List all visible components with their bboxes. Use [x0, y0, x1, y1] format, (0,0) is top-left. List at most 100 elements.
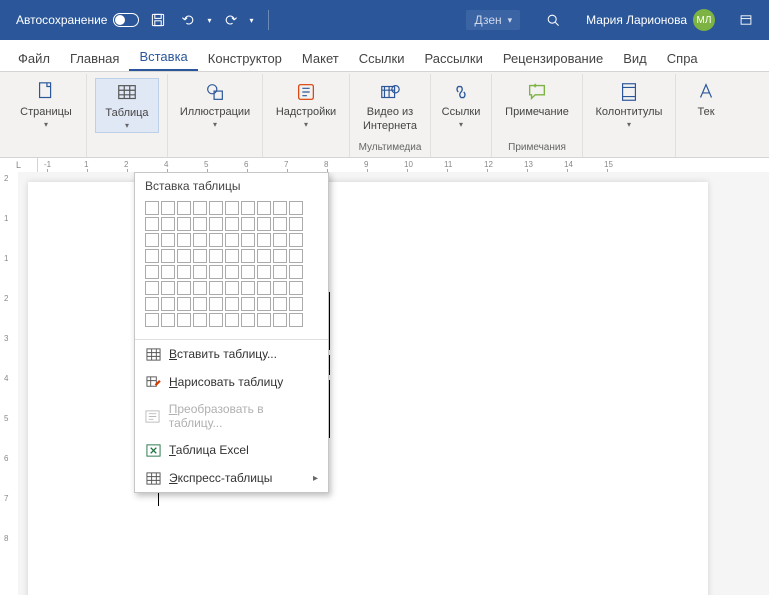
grid-cell[interactable]: [241, 313, 255, 327]
grid-cell[interactable]: [225, 233, 239, 247]
grid-cell[interactable]: [177, 233, 191, 247]
grid-cell[interactable]: [209, 281, 223, 295]
grid-cell[interactable]: [145, 281, 159, 295]
grid-cell[interactable]: [273, 201, 287, 215]
grid-cell[interactable]: [289, 265, 303, 279]
grid-cell[interactable]: [209, 313, 223, 327]
grid-cell[interactable]: [257, 265, 271, 279]
grid-cell[interactable]: [177, 265, 191, 279]
grid-cell[interactable]: [161, 249, 175, 263]
grid-cell[interactable]: [209, 249, 223, 263]
user-account[interactable]: Мария Ларионова МЛ: [586, 9, 715, 31]
grid-cell[interactable]: [209, 233, 223, 247]
grid-cell[interactable]: [289, 217, 303, 231]
grid-cell[interactable]: [161, 233, 175, 247]
menu-draw-table[interactable]: Нарисовать таблицу: [135, 368, 328, 396]
grid-cell[interactable]: [145, 265, 159, 279]
grid-cell[interactable]: [241, 265, 255, 279]
grid-cell[interactable]: [241, 297, 255, 311]
grid-cell[interactable]: [257, 233, 271, 247]
grid-cell[interactable]: [145, 297, 159, 311]
grid-cell[interactable]: [289, 281, 303, 295]
tab-insert[interactable]: Вставка: [129, 43, 197, 71]
grid-cell[interactable]: [273, 297, 287, 311]
menu-excel-table[interactable]: Таблица Excel: [135, 436, 328, 464]
qat-customize-icon[interactable]: ▾: [250, 16, 254, 25]
grid-cell[interactable]: [241, 201, 255, 215]
grid-cell[interactable]: [289, 233, 303, 247]
grid-cell[interactable]: [161, 217, 175, 231]
grid-cell[interactable]: [177, 249, 191, 263]
grid-cell[interactable]: [145, 313, 159, 327]
grid-cell[interactable]: [257, 249, 271, 263]
tab-mailings[interactable]: Рассылки: [414, 45, 492, 71]
grid-cell[interactable]: [161, 281, 175, 295]
textbox-button[interactable]: Тек: [684, 78, 728, 120]
grid-cell[interactable]: [225, 297, 239, 311]
vertical-ruler[interactable]: 2112345678: [0, 172, 18, 595]
grid-cell[interactable]: [145, 217, 159, 231]
table-button[interactable]: Таблица▾: [95, 78, 159, 133]
grid-cell[interactable]: [289, 249, 303, 263]
grid-cell[interactable]: [177, 281, 191, 295]
grid-cell[interactable]: [177, 297, 191, 311]
addins-button[interactable]: Надстройки▾: [271, 78, 341, 131]
grid-cell[interactable]: [209, 217, 223, 231]
grid-cell[interactable]: [177, 313, 191, 327]
tab-view[interactable]: Вид: [613, 45, 657, 71]
comment-button[interactable]: Примечание: [500, 78, 574, 120]
grid-cell[interactable]: [257, 313, 271, 327]
grid-cell[interactable]: [289, 313, 303, 327]
illustrations-button[interactable]: Иллюстрации▾: [176, 78, 254, 131]
grid-cell[interactable]: [145, 201, 159, 215]
grid-cell[interactable]: [225, 265, 239, 279]
grid-cell[interactable]: [257, 201, 271, 215]
grid-cell[interactable]: [273, 265, 287, 279]
grid-cell[interactable]: [257, 217, 271, 231]
grid-cell[interactable]: [161, 297, 175, 311]
links-button[interactable]: Ссылки▾: [439, 78, 483, 131]
grid-cell[interactable]: [225, 281, 239, 295]
grid-cell[interactable]: [273, 313, 287, 327]
grid-cell[interactable]: [225, 201, 239, 215]
grid-cell[interactable]: [193, 201, 207, 215]
menu-quick-tables[interactable]: Экспресс-таблицы ▸: [135, 464, 328, 492]
grid-cell[interactable]: [257, 297, 271, 311]
grid-cell[interactable]: [241, 281, 255, 295]
grid-cell[interactable]: [145, 233, 159, 247]
tab-review[interactable]: Рецензирование: [493, 45, 613, 71]
grid-cell[interactable]: [193, 297, 207, 311]
grid-cell[interactable]: [225, 249, 239, 263]
grid-cell[interactable]: [273, 249, 287, 263]
grid-cell[interactable]: [177, 217, 191, 231]
grid-cell[interactable]: [273, 233, 287, 247]
grid-cell[interactable]: [193, 217, 207, 231]
grid-cell[interactable]: [225, 217, 239, 231]
search-icon[interactable]: [542, 9, 564, 31]
grid-cell[interactable]: [161, 313, 175, 327]
grid-cell[interactable]: [145, 249, 159, 263]
grid-cell[interactable]: [177, 201, 191, 215]
grid-cell[interactable]: [241, 249, 255, 263]
grid-cell[interactable]: [193, 233, 207, 247]
ruler-corner[interactable]: L: [0, 158, 38, 172]
grid-cell[interactable]: [161, 265, 175, 279]
tab-design[interactable]: Конструктор: [198, 45, 292, 71]
grid-cell[interactable]: [289, 297, 303, 311]
tab-references[interactable]: Ссылки: [349, 45, 415, 71]
tab-home[interactable]: Главная: [60, 45, 129, 71]
document-scroll-area[interactable]: Наименованиеапельсинмандаринапельсинапел…: [18, 172, 769, 595]
horizontal-ruler[interactable]: -112456789101112131415: [38, 158, 769, 172]
grid-cell[interactable]: [209, 297, 223, 311]
tab-layout[interactable]: Макет: [292, 45, 349, 71]
grid-cell[interactable]: [257, 281, 271, 295]
grid-cell[interactable]: [209, 265, 223, 279]
grid-cell[interactable]: [241, 233, 255, 247]
document-page[interactable]: Наименованиеапельсинмандаринапельсинапел…: [28, 182, 708, 595]
undo-dropdown-icon[interactable]: ▾: [207, 16, 211, 25]
pages-button[interactable]: Страницы▾: [14, 78, 78, 131]
grid-cell[interactable]: [225, 313, 239, 327]
grid-cell[interactable]: [241, 217, 255, 231]
autosave-toggle[interactable]: Автосохранение: [16, 13, 139, 27]
grid-cell[interactable]: [193, 249, 207, 263]
